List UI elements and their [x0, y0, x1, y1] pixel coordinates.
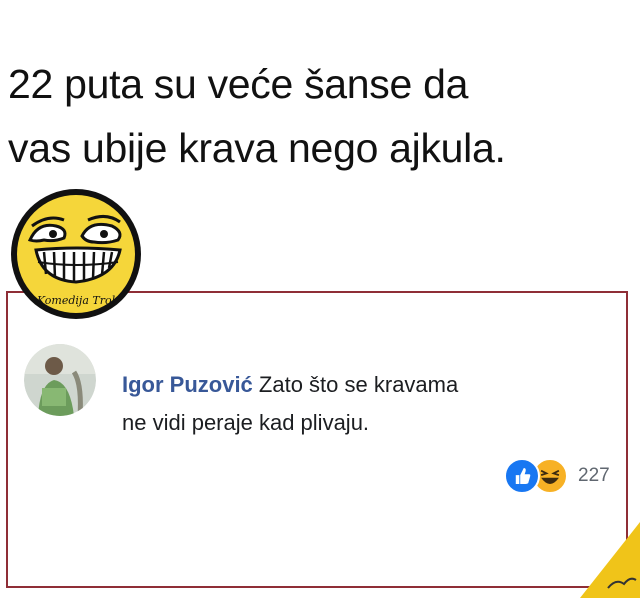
- reactions-summary[interactable]: 227: [504, 456, 610, 496]
- like-icon: [504, 458, 540, 494]
- comment-author[interactable]: Igor Puzović: [122, 372, 253, 397]
- headline-line-1: 22 puta su veće šanse da: [8, 61, 469, 107]
- meme-page: 22 puta su veće šanse da vas ubije krava…: [0, 0, 640, 598]
- headline-line-2: vas ubije krava nego ajkula.: [8, 125, 506, 171]
- logo-text: Komedija Trol: [36, 294, 116, 307]
- comment-body: Igor Puzović Zato što se kravama ne vidi…: [122, 366, 627, 442]
- corner-badge: [580, 522, 640, 598]
- headline: 22 puta su veće šanse da vas ubije krava…: [8, 52, 638, 180]
- comment-text-line-1: Zato što se kravama: [258, 372, 459, 397]
- troll-face-logo: Komedija Trol: [11, 189, 141, 319]
- avatar[interactable]: [24, 344, 96, 416]
- reaction-count: 227: [578, 465, 610, 486]
- comment-text-line-2: ne vidi peraje kad plivaju.: [122, 410, 370, 435]
